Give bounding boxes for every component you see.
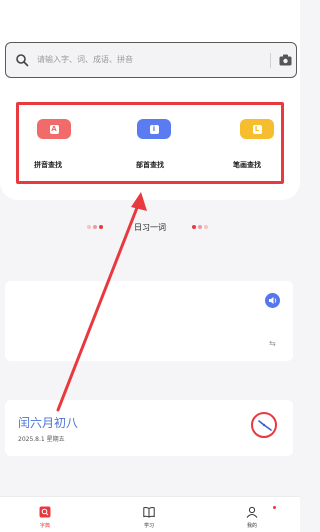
swap-icon[interactable]: ⇆ [269, 339, 276, 348]
dictionary-icon [39, 506, 51, 518]
solar-date: 2025.8.1 星期五 [18, 436, 65, 443]
notification-dot [273, 506, 276, 509]
radical-icon: i [137, 119, 171, 139]
stroke-glyph: L [252, 124, 262, 134]
tab-dictionary-label: 字典 [39, 523, 50, 529]
radical-lookup-label: 部首查找 [136, 161, 164, 169]
radical-glyph: i [149, 124, 159, 134]
tab-study-label: 学习 [143, 523, 154, 529]
daily-word-card[interactable]: ⇆ [5, 281, 293, 361]
speaker-icon [269, 297, 277, 304]
pinyin-lookup-button[interactable]: A 拼音查找 [28, 105, 88, 181]
stroke-lookup-label: 笔画查找 [233, 161, 261, 169]
lookup-methods-highlight: A 拼音查找 i 部首查找 L 笔画查找 [16, 102, 284, 184]
tab-dictionary[interactable]: 字典 [15, 497, 75, 532]
user-icon [246, 506, 258, 518]
speaker-button[interactable] [265, 293, 280, 308]
book-icon [143, 507, 155, 518]
pinyin-lookup-label: 拼音查找 [34, 161, 62, 169]
lunar-date: 闰六月初八 [18, 416, 79, 430]
tab-profile-label: 我的 [246, 523, 257, 529]
stroke-icon: L [240, 119, 274, 139]
calendar-card[interactable]: 闰六月初八 2025.8.1 星期五 [5, 400, 293, 456]
tab-study[interactable]: 学习 [119, 497, 179, 532]
pinyin-icon: A [37, 119, 71, 139]
search-divider [270, 53, 271, 68]
search-input[interactable]: 请输入字、词、成语、拼音 [37, 54, 133, 65]
camera-icon[interactable] [279, 54, 292, 66]
daily-word-title: 日习一词 [134, 223, 166, 232]
search-icon [16, 54, 29, 67]
bottom-navigation: 字典 学习 我的 [0, 496, 300, 532]
radical-lookup-button[interactable]: i 部首查找 [128, 105, 188, 181]
pinyin-glyph: A [49, 124, 59, 134]
search-bar[interactable]: 请输入字、词、成语、拼音 [5, 42, 297, 78]
stroke-lookup-button[interactable]: L 笔画查找 [231, 105, 291, 181]
tab-profile[interactable]: 我的 [222, 497, 282, 532]
clock-icon [251, 412, 277, 438]
